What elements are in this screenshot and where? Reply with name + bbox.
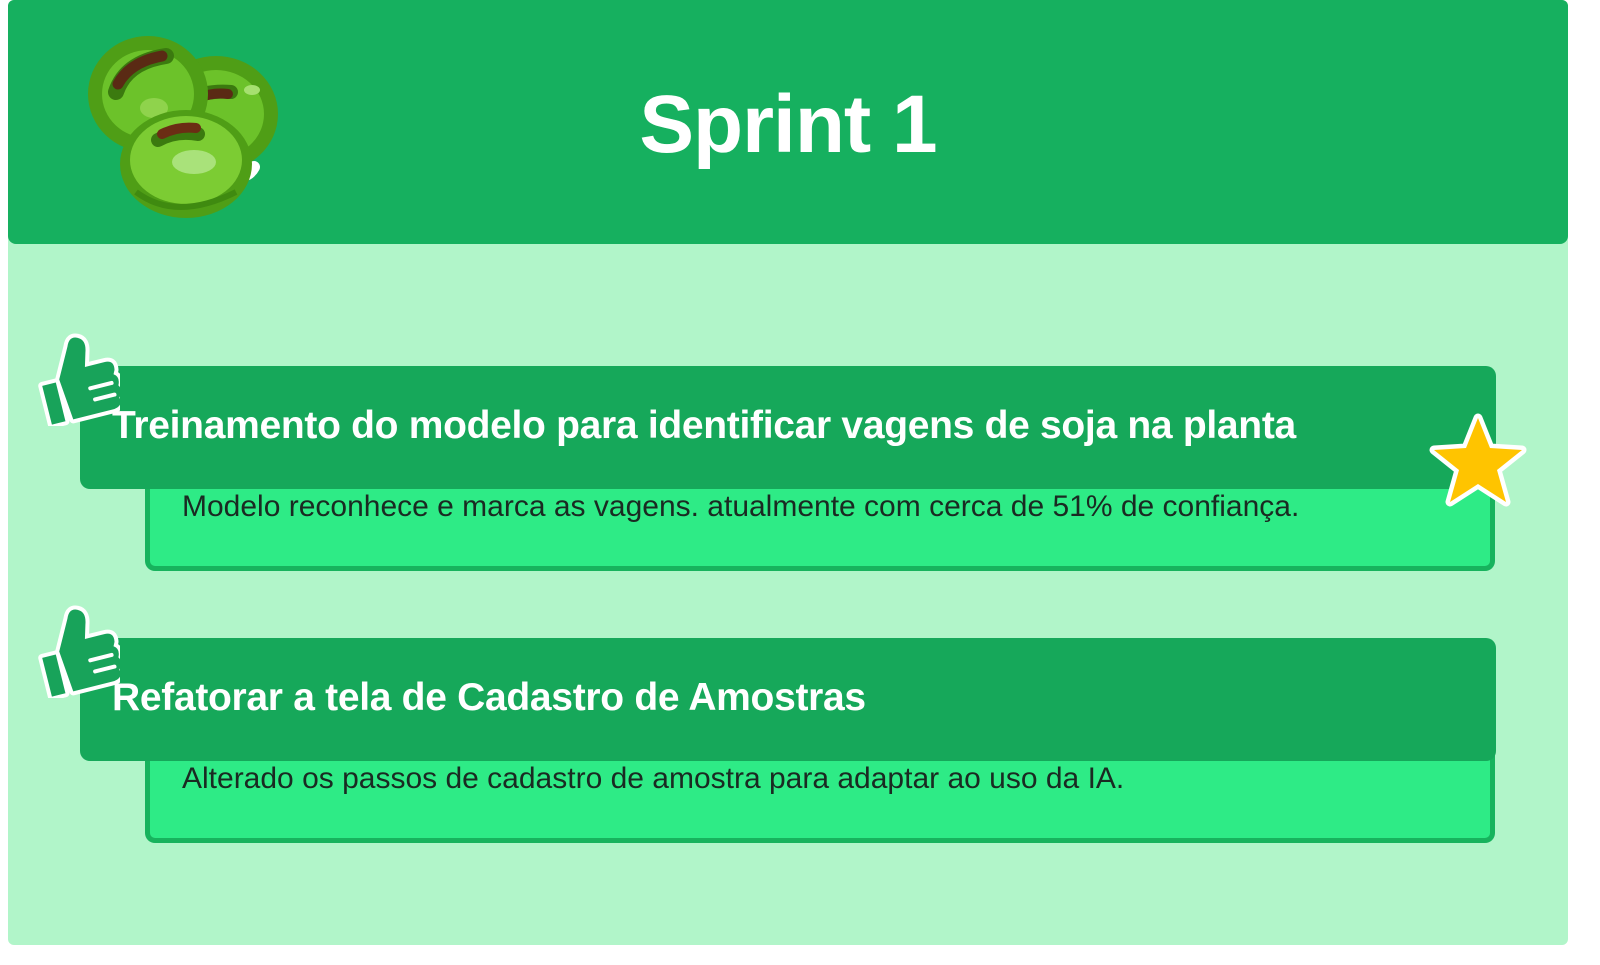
sprint-item-card: Alterado os passos de cadastro de amostr… — [8, 605, 1568, 868]
thumbs-up-icon — [38, 605, 120, 698]
card-description-panel: Modelo reconhece e marca as vagens. atua… — [145, 476, 1495, 571]
sprint-board: Sprint 1 Modelo reconhece e marca as vag… — [8, 0, 1568, 945]
card-description: Alterado os passos de cadastro de amostr… — [182, 762, 1125, 795]
card-description-panel: Alterado os passos de cadastro de amostr… — [145, 748, 1495, 843]
card-title-bar: Refatorar a tela de Cadastro de Amostras — [80, 638, 1496, 761]
thumbs-up-icon — [38, 333, 120, 426]
card-description: Modelo reconhece e marca as vagens. atua… — [182, 490, 1300, 523]
star-icon — [1429, 413, 1527, 507]
card-title-bar: Treinamento do modelo para identificar v… — [80, 366, 1496, 489]
card-title: Refatorar a tela de Cadastro de Amostras — [112, 676, 866, 719]
sprint-header: Sprint 1 — [8, 0, 1568, 244]
sprint-title: Sprint 1 — [639, 79, 937, 170]
card-title: Treinamento do modelo para identificar v… — [112, 404, 1296, 447]
sprint-item-card: Modelo reconhece e marca as vagens. atua… — [8, 333, 1568, 596]
